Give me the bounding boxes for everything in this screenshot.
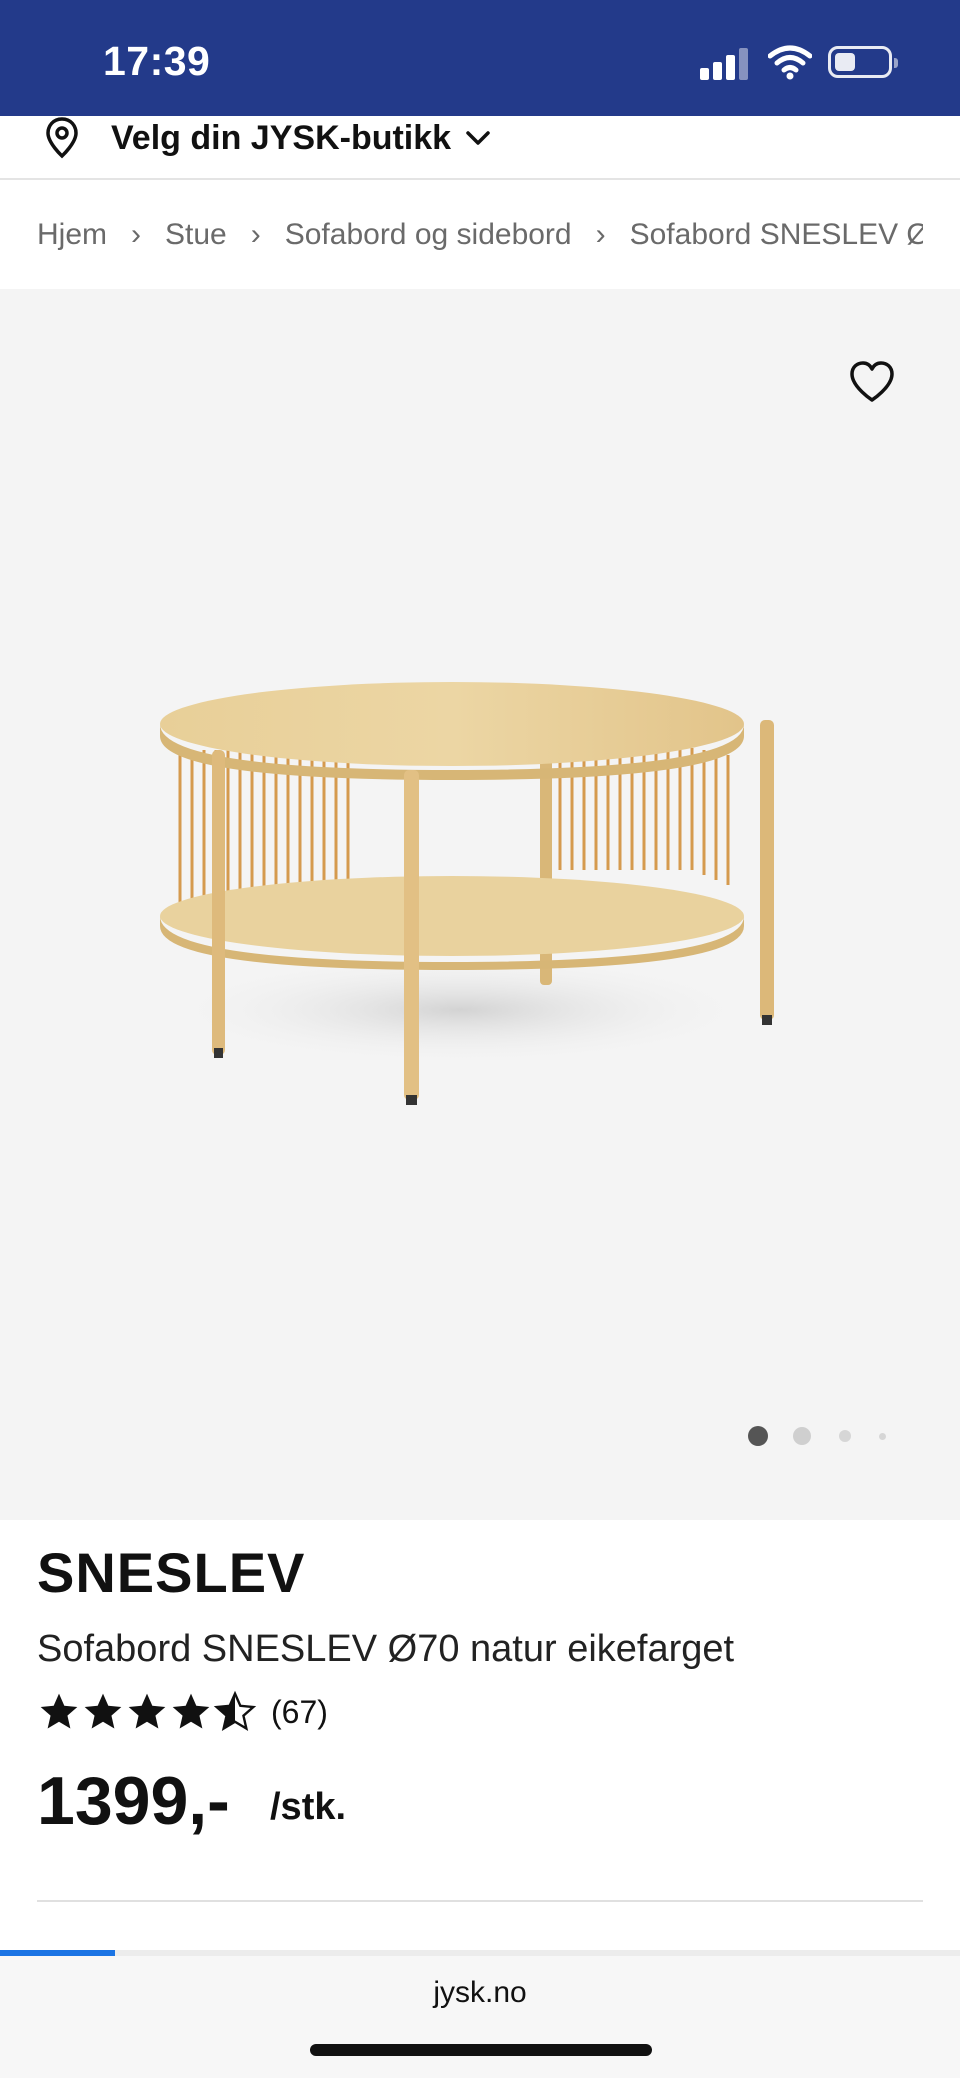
store-selector-label: Velg din JYSK-butikk — [111, 119, 452, 157]
breadcrumb-item-current: Sofabord SNESLEV Ø70 natur eikefarget — [629, 218, 923, 252]
divider — [37, 1900, 923, 1902]
carousel-dots — [748, 1426, 898, 1446]
star-filled-icon — [172, 1693, 210, 1729]
browser-address-bar[interactable]: jysk.no — [0, 1956, 960, 2078]
star-filled-icon — [40, 1693, 78, 1729]
url-text[interactable]: jysk.no — [0, 1976, 960, 2010]
chevron-down-icon — [466, 131, 490, 145]
breadcrumb-item-category[interactable]: Sofabord og sidebord — [285, 215, 572, 254]
product-brand-title: SNESLEV — [37, 1541, 306, 1604]
carousel-dot-active[interactable] — [748, 1426, 768, 1446]
price-unit: /stk. — [270, 1786, 347, 1828]
breadcrumb-item-home[interactable]: Hjem — [37, 215, 107, 254]
status-time: 17:39 — [103, 38, 211, 84]
signal-icon — [700, 46, 750, 80]
breadcrumb-separator-icon: › — [595, 218, 606, 252]
breadcrumb-separator-icon: › — [131, 218, 142, 252]
breadcrumb-separator-icon: › — [250, 218, 261, 252]
breadcrumb-item-stue[interactable]: Stue — [165, 215, 227, 254]
review-count[interactable]: (67) — [271, 1694, 328, 1731]
product-image — [160, 682, 774, 1105]
carousel-dot[interactable] — [793, 1427, 811, 1445]
product-name: Sofabord SNESLEV Ø70 natur eikefarget — [37, 1628, 735, 1670]
star-half-icon — [213, 1690, 257, 1731]
product-price: 1399,- — [37, 1763, 230, 1839]
breadcrumb: Hjem › Stue › Sofabord og sidebord › Sofabord … — [37, 214, 923, 254]
battery-icon — [828, 46, 898, 78]
wifi-icon — [768, 45, 812, 80]
carousel-dot[interactable] — [839, 1430, 851, 1442]
carousel-dot[interactable] — [879, 1433, 886, 1440]
store-selector[interactable]: Velg din JYSK-butikk — [0, 116, 960, 180]
star-filled-icon — [128, 1693, 166, 1729]
heart-outline-icon[interactable] — [848, 360, 896, 404]
star-filled-icon — [84, 1693, 122, 1729]
product-rating[interactable]: (67) — [37, 1690, 328, 1738]
status-bar: 17:39 — [0, 0, 960, 116]
home-indicator[interactable] — [310, 2044, 652, 2056]
location-pin-icon — [46, 117, 78, 159]
